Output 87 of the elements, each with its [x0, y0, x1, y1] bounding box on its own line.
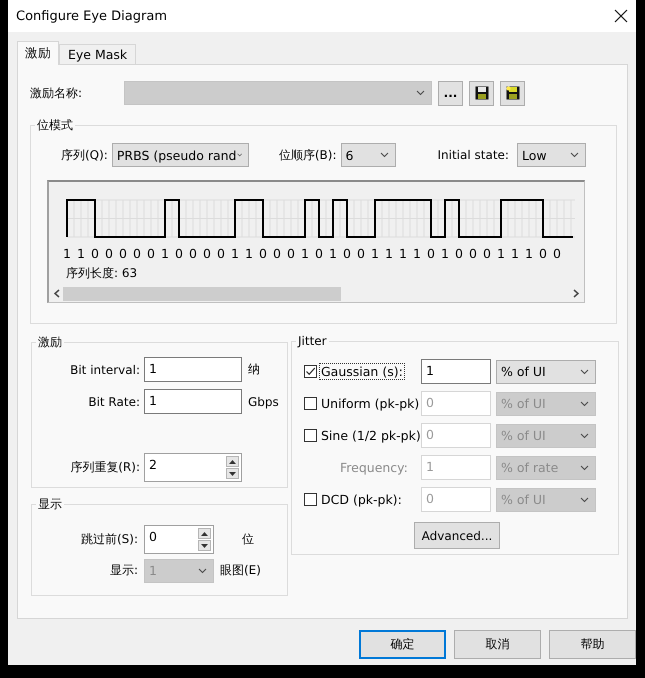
dialog-button[interactable]: 确定	[359, 630, 446, 659]
advanced-button[interactable]: Advanced...	[414, 522, 500, 549]
field-label: 激励名称:	[30, 84, 84, 102]
bit-value: 0	[90, 246, 100, 260]
chevron-icon	[580, 432, 589, 438]
chevron-icon	[580, 496, 589, 502]
bit-value: 1	[62, 246, 72, 260]
group-title: 激励	[37, 334, 63, 351]
chevron-icon	[570, 152, 579, 158]
unit-label: 纳	[248, 361, 261, 378]
bit-value: 1	[510, 246, 520, 260]
field-label: 跳过前(S):	[80, 531, 138, 548]
dropdown[interactable]: % of UI	[496, 360, 596, 384]
input-field[interactable]: 1	[144, 357, 242, 382]
chevron-icon	[236, 152, 242, 158]
bit-value: 0	[258, 246, 268, 260]
frequency-label: Frequency:	[339, 459, 409, 476]
bit-value: 0	[468, 246, 478, 260]
group-title: 显示	[37, 496, 63, 513]
bit-value: 0	[482, 246, 492, 260]
bit-value: 0	[552, 246, 562, 260]
bit-value: 0	[342, 246, 352, 260]
tab[interactable]: 激励	[17, 41, 59, 65]
close-icon[interactable]	[614, 9, 628, 23]
bit-value: 0	[202, 246, 212, 260]
bit-value: 1	[370, 246, 380, 260]
bit-value: 1	[496, 246, 506, 260]
bit-value: 0	[272, 246, 282, 260]
bit-value: 1	[230, 246, 240, 260]
group-title: 位模式	[36, 117, 74, 134]
bit-value: 0	[188, 246, 198, 260]
field-label: 显示:	[108, 562, 138, 579]
bit-value: 1	[328, 246, 338, 260]
dialog-button[interactable]: 取消	[454, 630, 541, 659]
bit-value: 0	[426, 246, 436, 260]
chevron-icon	[580, 464, 589, 470]
save-button[interactable]	[469, 80, 494, 106]
bit-value: 0	[454, 246, 464, 260]
chevron-icon	[416, 90, 425, 96]
field-label: Bit Rate:	[87, 394, 140, 408]
bit-value: 0	[314, 246, 324, 260]
dialog-button[interactable]: 帮助	[549, 630, 636, 659]
bit-value: 0	[286, 246, 296, 260]
save-icon	[474, 86, 488, 100]
unit-label: Gbps	[248, 394, 279, 408]
field-label: 序列重复(R):	[69, 459, 140, 476]
window-title: Configure Eye Diagram	[16, 8, 167, 24]
dropdown[interactable]: 6	[340, 143, 396, 167]
field-label: 位顺序(B):	[278, 146, 336, 164]
bit-value: 0	[216, 246, 226, 260]
unit-label: 位	[242, 531, 255, 548]
bit-value: 1	[412, 246, 422, 260]
bit-value: 1	[398, 246, 408, 260]
dropdown[interactable]: Low	[516, 143, 586, 167]
bit-value: 1	[160, 246, 170, 260]
bit-value: 0	[356, 246, 366, 260]
bit-value: 1	[244, 246, 254, 260]
chevron-icon	[580, 400, 589, 406]
checkbox[interactable]	[304, 365, 317, 378]
dropdown[interactable]: PRBS (pseudo rand	[112, 143, 249, 167]
bit-value: 1	[524, 246, 534, 260]
sequence-length: 序列长度: 63	[66, 264, 138, 282]
field-label: Initial state:	[438, 148, 509, 162]
bit-value: 1	[440, 246, 450, 260]
save-as-icon	[506, 86, 520, 100]
tab[interactable]: Eye Mask	[59, 44, 136, 64]
bit-value: 0	[174, 246, 184, 260]
scroll-thumb[interactable]	[63, 286, 341, 300]
bit-value: 0	[538, 246, 548, 260]
bit-value: 0	[104, 246, 114, 260]
chevron-icon	[580, 368, 589, 374]
field-label: Bit interval:	[69, 362, 140, 376]
group-title: Jitter	[296, 334, 328, 348]
chevron-icon	[380, 152, 388, 158]
bit-value: 1	[300, 246, 310, 260]
bit-value: 0	[132, 246, 142, 260]
input-field[interactable]: 1	[421, 359, 491, 384]
chevron-icon	[198, 568, 207, 574]
bit-value: 0	[146, 246, 156, 260]
bit-value: 1	[76, 246, 86, 260]
bit-value: 1	[384, 246, 394, 260]
input-field[interactable]: 1	[144, 389, 242, 414]
checkbox-label[interactable]: Gaussian (s):	[319, 363, 405, 380]
bit-value: 0	[118, 246, 128, 260]
field-label: 序列(Q):	[61, 146, 108, 164]
save-as-button[interactable]	[500, 80, 525, 106]
unit-label: 眼图(E)	[220, 562, 262, 579]
